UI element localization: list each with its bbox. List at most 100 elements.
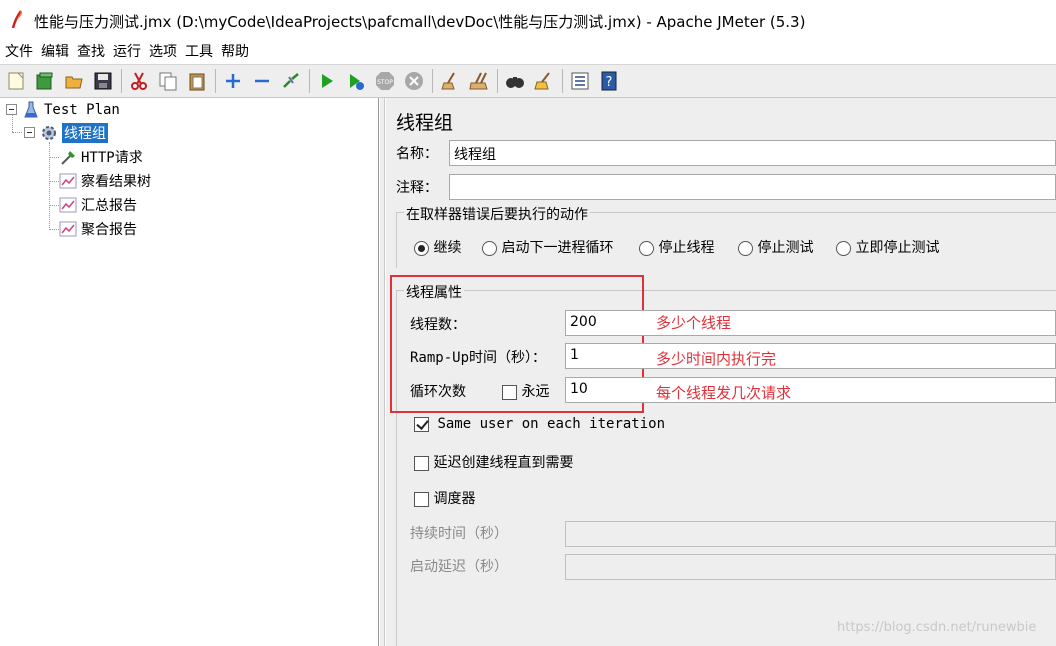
checkbox[interactable] xyxy=(414,416,429,432)
name-label: 名称： xyxy=(396,146,438,162)
threads-field[interactable]: 200 xyxy=(565,310,1056,336)
radio-stop-thread[interactable]: 停止线程 xyxy=(639,237,714,257)
radio-button[interactable] xyxy=(639,240,654,256)
menu-help[interactable]: 帮助 xyxy=(220,40,250,64)
clear-icon[interactable] xyxy=(438,69,462,93)
delay-create-label: 延迟创建线程直到需要 xyxy=(433,455,574,471)
stop-icon[interactable]: STOP xyxy=(373,69,397,93)
loop-label: 循环次数 xyxy=(410,384,466,400)
duration-label: 持续时间（秒） xyxy=(410,526,508,542)
tree-node-http-request[interactable]: HTTP请求 xyxy=(59,146,143,168)
same-user-checkbox[interactable]: Same user on each iteration xyxy=(414,416,665,432)
copy-icon[interactable] xyxy=(156,69,180,93)
startup-delay-label: 启动延迟（秒） xyxy=(410,559,508,575)
checkbox[interactable] xyxy=(502,384,517,400)
radio-continue[interactable]: 继续 xyxy=(414,237,461,257)
toolbar: STOP ? xyxy=(0,64,1056,98)
startup-delay-field[interactable] xyxy=(565,554,1056,580)
menu-tools[interactable]: 工具 xyxy=(184,40,214,64)
function-helper-icon[interactable] xyxy=(568,69,592,93)
expand-icon[interactable] xyxy=(221,69,245,93)
page-title: 线程组 xyxy=(396,112,454,134)
tree-collapse-toggle[interactable] xyxy=(6,104,17,115)
start-icon[interactable] xyxy=(315,69,339,93)
threads-annotation: 多少个线程 xyxy=(656,314,732,332)
rampup-field[interactable]: 1 xyxy=(565,343,1056,369)
scheduler-checkbox[interactable]: 调度器 xyxy=(414,488,475,508)
menu-run[interactable]: 运行 xyxy=(112,40,142,64)
menu-search[interactable]: 查找 xyxy=(76,40,106,64)
reset-search-icon[interactable] xyxy=(532,69,556,93)
chart-icon xyxy=(59,196,77,214)
tree-node-thread-group[interactable]: 线程组 xyxy=(40,122,108,144)
radio-stop-test-now[interactable]: 立即停止测试 xyxy=(836,237,939,257)
panel-splitter[interactable] xyxy=(380,98,385,646)
title-bar: 性能与压力测试.jmx (D:\myCode\IdeaProjects\pafc… xyxy=(0,0,1056,40)
tree-node-test-plan[interactable]: Test Plan xyxy=(22,99,120,121)
tree-node-summary-report[interactable]: 汇总报告 xyxy=(59,194,137,216)
tree-connector xyxy=(12,132,22,133)
radio-label: 立即停止测试 xyxy=(855,240,940,256)
forever-checkbox[interactable]: 永远 xyxy=(502,381,549,401)
tree-connector xyxy=(49,205,59,206)
tree-connector xyxy=(49,229,59,230)
tree-connector xyxy=(49,181,59,182)
tree-connector xyxy=(49,142,50,230)
tree-label-test-plan: Test Plan xyxy=(44,102,120,118)
collapse-icon[interactable] xyxy=(250,69,274,93)
tree-connector xyxy=(49,157,59,158)
tree-label-summary-report: 汇总报告 xyxy=(81,198,137,214)
checkbox[interactable] xyxy=(414,491,429,507)
tree-node-view-results-tree[interactable]: 察看结果树 xyxy=(59,170,151,192)
delay-create-checkbox[interactable]: 延迟创建线程直到需要 xyxy=(414,452,573,472)
toolbar-separator xyxy=(497,69,498,93)
window-title: 性能与压力测试.jmx (D:\myCode\IdeaProjects\pafc… xyxy=(34,13,806,31)
comment-field[interactable] xyxy=(449,174,1056,200)
duration-field[interactable] xyxy=(565,521,1056,547)
toolbar-separator xyxy=(309,69,310,93)
scheduler-label: 调度器 xyxy=(433,491,476,507)
radio-label: 启动下一进程循环 xyxy=(501,240,614,256)
svg-text:?: ? xyxy=(606,75,613,90)
radio-button[interactable] xyxy=(738,240,753,256)
radio-button[interactable] xyxy=(414,240,429,256)
same-user-label: Same user on each iteration xyxy=(437,416,666,432)
menu-edit[interactable]: 编辑 xyxy=(40,40,70,64)
name-field[interactable]: 线程组 xyxy=(449,140,1056,166)
comment-label: 注释： xyxy=(396,180,438,196)
new-icon[interactable] xyxy=(4,69,28,93)
help-icon[interactable]: ? xyxy=(597,69,621,93)
tree-label-http-request: HTTP请求 xyxy=(81,150,143,166)
toggle-icon[interactable] xyxy=(279,69,303,93)
checkbox[interactable] xyxy=(414,455,429,471)
start-no-pause-icon[interactable] xyxy=(344,69,368,93)
menu-file[interactable]: 文件 xyxy=(4,40,34,64)
templates-icon[interactable] xyxy=(33,69,57,93)
forever-label: 永远 xyxy=(521,384,550,400)
radio-start-next-loop[interactable]: 启动下一进程循环 xyxy=(482,237,613,257)
menu-options[interactable]: 选项 xyxy=(148,40,178,64)
save-icon[interactable] xyxy=(91,69,115,93)
gear-icon xyxy=(40,124,58,142)
rampup-annotation: 多少时间内执行完 xyxy=(656,350,777,368)
tree-label-aggregate-report: 聚合报告 xyxy=(81,222,137,238)
jmeter-feather-icon xyxy=(11,10,23,29)
rampup-label: Ramp-Up时间（秒）： xyxy=(410,350,547,366)
radio-label: 停止线程 xyxy=(658,240,715,256)
thread-props-title: 线程属性 xyxy=(404,282,464,302)
tree-label-thread-group: 线程组 xyxy=(62,123,108,143)
menu-bar: 文件 编辑 查找 运行 选项 工具 帮助 xyxy=(0,40,1056,64)
tree-node-aggregate-report[interactable]: 聚合报告 xyxy=(59,218,137,240)
clear-all-icon[interactable] xyxy=(467,69,491,93)
shutdown-icon[interactable] xyxy=(402,69,426,93)
radio-button[interactable] xyxy=(836,240,851,256)
cut-icon[interactable] xyxy=(127,69,151,93)
tree-collapse-toggle[interactable] xyxy=(24,127,35,138)
loop-count-field[interactable]: 10 xyxy=(565,377,1056,403)
paste-icon[interactable] xyxy=(185,69,209,93)
radio-stop-test[interactable]: 停止测试 xyxy=(738,237,813,257)
open-icon[interactable] xyxy=(62,69,86,93)
radio-button[interactable] xyxy=(482,240,497,256)
toolbar-separator xyxy=(432,69,433,93)
search-icon[interactable] xyxy=(503,69,527,93)
